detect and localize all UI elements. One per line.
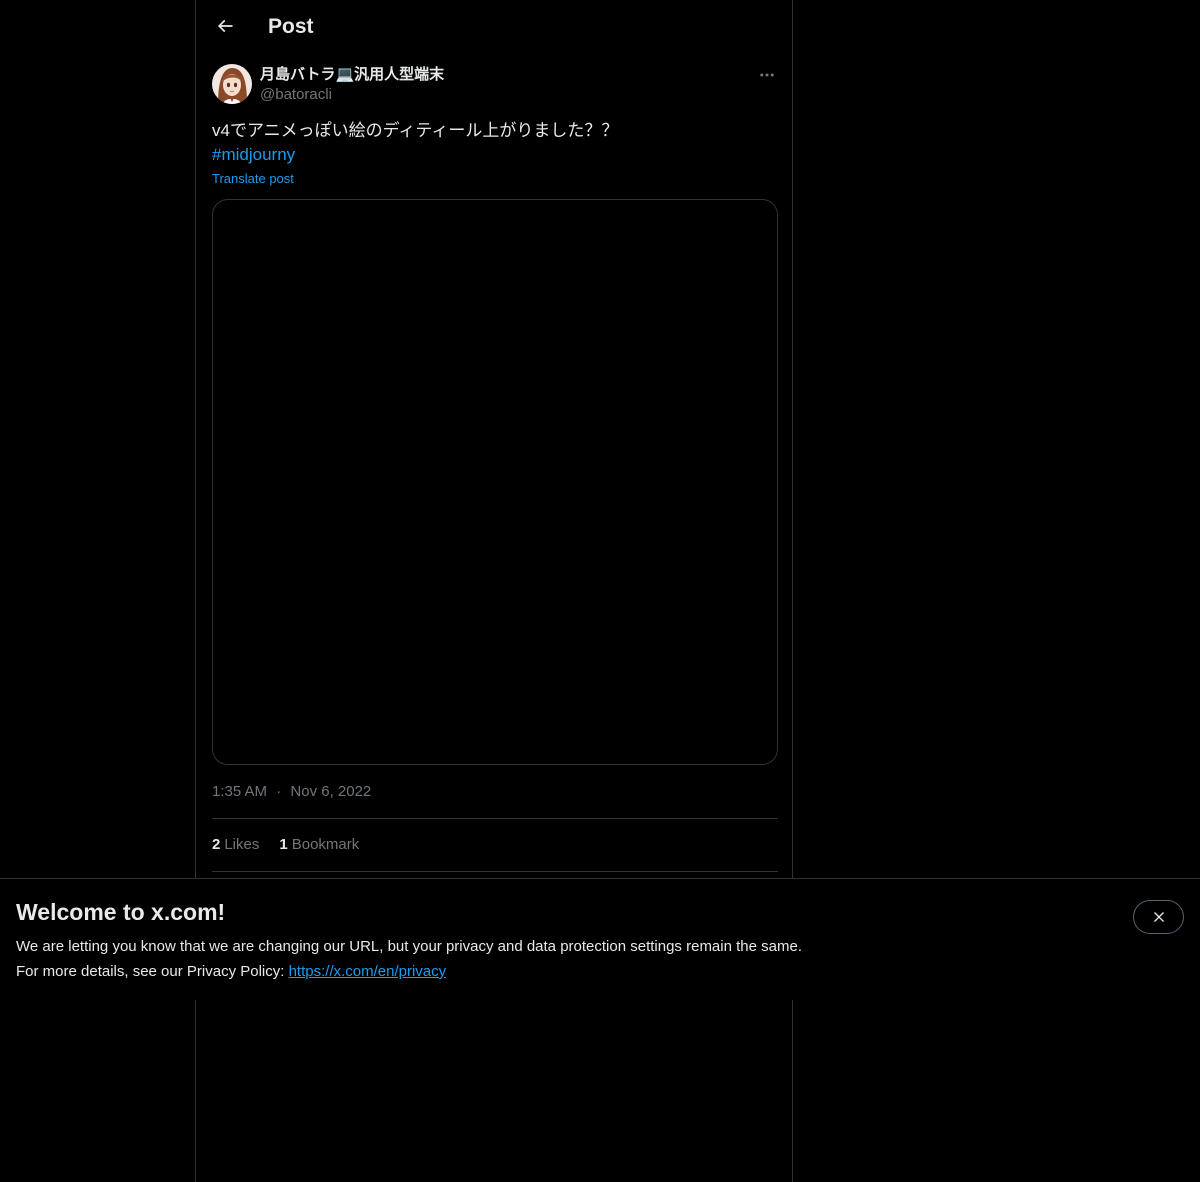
post-time[interactable]: 1:35 AM [212,783,267,800]
hashtag-link[interactable]: #midjourny [212,143,295,167]
divider [212,818,778,819]
post-text: v4でアニメっぽい絵のディティール上がりました？？ [212,121,619,140]
close-icon [1153,912,1164,922]
post-timestamp: 1:35 AM · Nov 6, 2022 [212,781,371,803]
likes-count: 2 [212,836,221,853]
translate-post-link[interactable]: Translate post [212,170,294,188]
timestamp-separator: · [276,783,282,800]
arrow-left-icon [217,19,233,33]
banner-line-2-prefix: For more details, see our Privacy Policy… [16,963,289,980]
author-display-name[interactable]: 月島バトラ💻汎用人型端末 [260,65,444,85]
post-header: Post [196,0,792,54]
avatar[interactable] [212,64,252,104]
author-handle[interactable]: @batoracli [260,85,332,105]
post-media[interactable] [212,199,778,765]
close-banner-button[interactable] [1133,900,1184,934]
welcome-banner: Welcome to x.com! We are letting you kno… [0,878,1200,1000]
more-horizontal-icon [760,73,774,77]
page-title: Post [268,15,314,38]
bookmarks-label: Bookmark [291,836,360,853]
avatar-image [212,64,252,104]
likes-stat[interactable]: 2 Likes [212,834,259,856]
likes-label: Likes [224,836,260,853]
bookmarks-count: 1 [279,836,288,853]
post-stats: 2 Likes 1 Bookmark [212,834,359,856]
banner-line-1: We are letting you know that we are chan… [16,938,802,955]
post-date[interactable]: Nov 6, 2022 [290,783,371,800]
privacy-policy-link[interactable]: https://x.com/en/privacy [289,963,447,980]
back-button[interactable] [208,9,242,43]
bookmarks-stat[interactable]: 1 Bookmark [279,834,359,856]
post-body: v4でアニメっぽい絵のディティール上がりました？？ #midjourny [212,119,778,167]
more-options-button[interactable] [756,64,778,86]
banner-message: We are letting you know that we are chan… [16,934,802,984]
divider [212,871,778,872]
banner-title: Welcome to x.com! [16,899,226,925]
banner-line-2: For more details, see our Privacy Policy… [16,959,802,984]
main-column: Post 月島バトラ💻汎用人型端末 @batoracli v4でアニメっぽい絵の… [195,0,793,1182]
